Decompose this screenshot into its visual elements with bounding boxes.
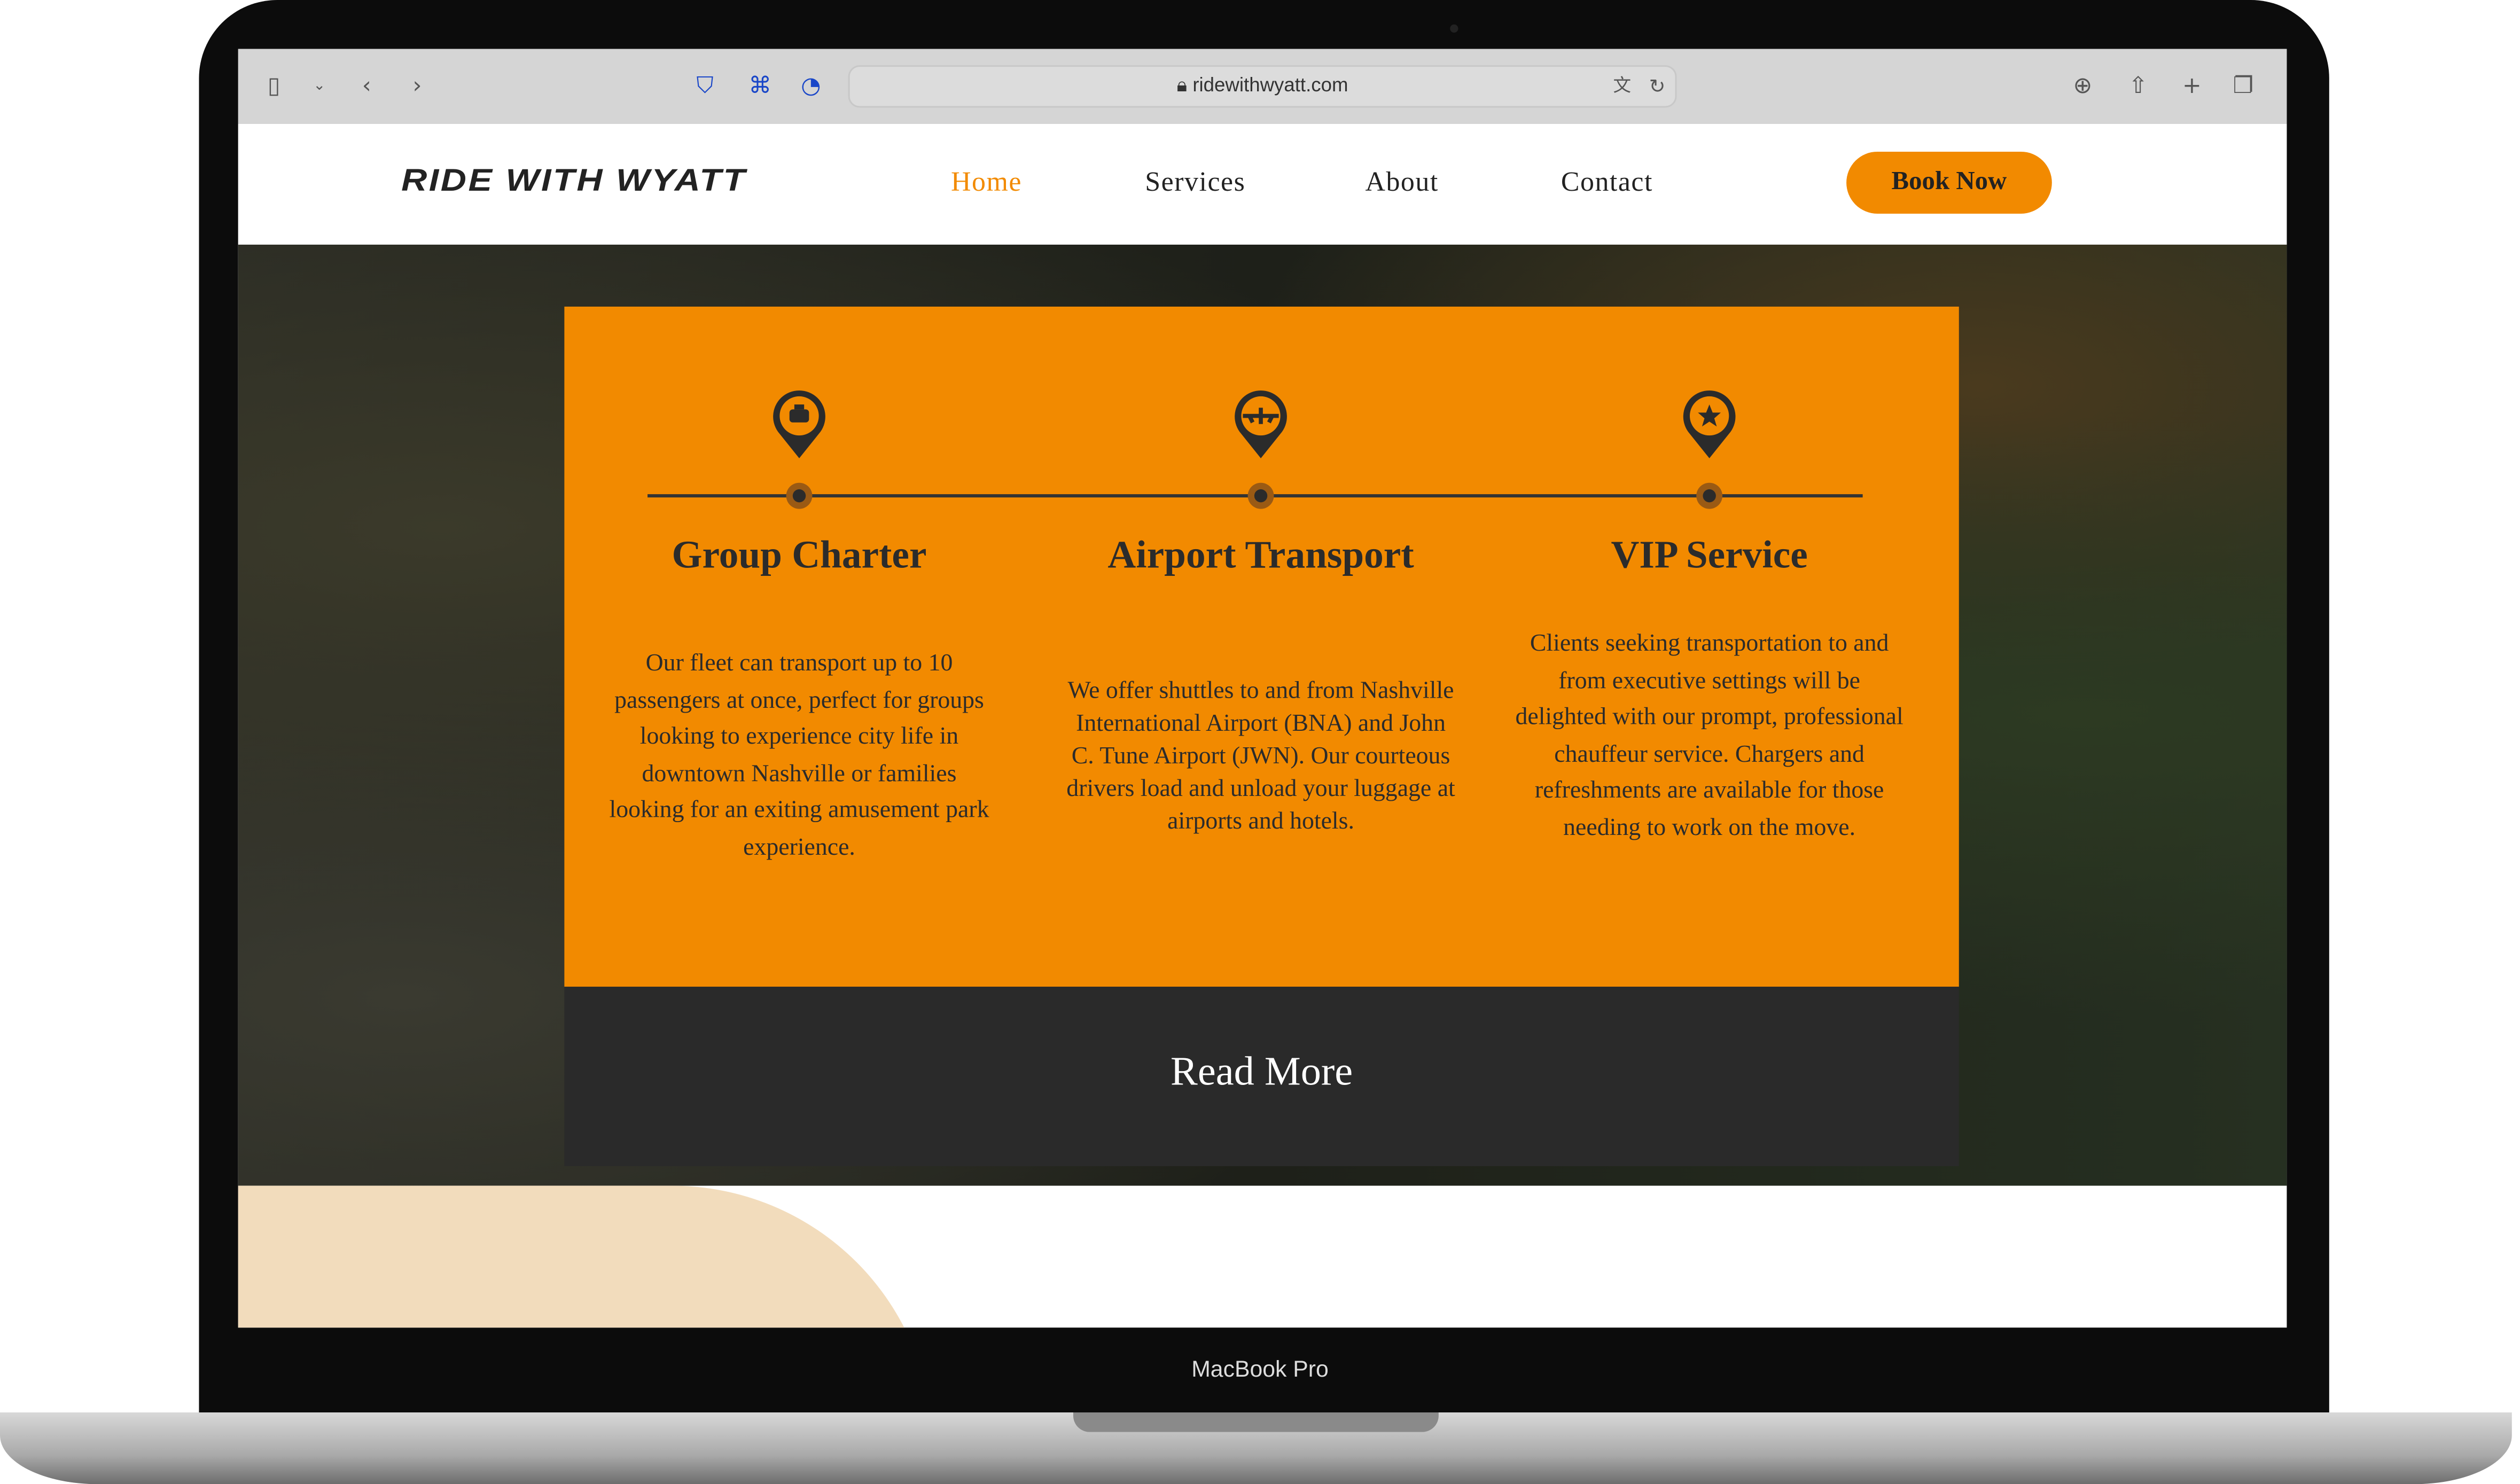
translate-icon[interactable]: 文 xyxy=(1613,72,1632,101)
nav-home[interactable]: Home xyxy=(951,166,1022,199)
shield-icon[interactable]: ⛉ xyxy=(697,72,714,101)
forward-icon[interactable]: › xyxy=(412,72,422,101)
service-description: Our fleet can transport up to 10 passeng… xyxy=(609,651,989,861)
site-header: RIDE WITH WYATT Home Services About Cont… xyxy=(238,124,2287,245)
plus-icon[interactable]: + xyxy=(2182,72,2202,101)
chevron-down-icon[interactable]: ⌄ xyxy=(313,72,325,101)
book-now-button[interactable]: Book Now xyxy=(1846,151,2052,214)
service-description: Clients seeking transportation to and fr… xyxy=(1515,631,1903,842)
laptop-mockup: ▯ ⌄ ‹ › ⛉ ⌘ ◔ 🔒︎ ridewithwyatt.com 文 ↻ ⊕… xyxy=(0,0,2520,1484)
hero-section: Group Charter Our fleet can transport up… xyxy=(238,244,2287,1186)
nav-about[interactable]: About xyxy=(1365,166,1438,199)
lock-icon: 🔒︎ xyxy=(1176,73,1188,97)
service-description: We offer shuttles to and from Nashville … xyxy=(1066,678,1455,835)
timeline-dot xyxy=(1247,482,1274,509)
sidebar-icon[interactable]: ▯ xyxy=(268,72,280,101)
address-bar[interactable]: 🔒︎ ridewithwyatt.com 文 ↻ xyxy=(848,65,1677,108)
reload-icon[interactable]: ↻ xyxy=(1649,72,1666,101)
browser-toolbar: ▯ ⌄ ‹ › ⛉ ⌘ ◔ 🔒︎ ridewithwyatt.com 文 ↻ ⊕… xyxy=(238,49,2287,124)
clock-icon[interactable]: ◔ xyxy=(801,72,821,101)
url-text: ridewithwyatt.com xyxy=(1192,73,1348,97)
timeline-dot xyxy=(786,482,813,509)
laptop-notch xyxy=(1073,1412,1439,1432)
read-more-band: Read More xyxy=(564,987,1959,1166)
taxi-pin-icon xyxy=(773,390,825,458)
nav-contact[interactable]: Contact xyxy=(1561,166,1653,199)
star-pin-icon xyxy=(1683,390,1736,458)
services-card: Group Charter Our fleet can transport up… xyxy=(564,306,1959,987)
back-icon[interactable]: ‹ xyxy=(362,72,371,101)
browser-window: ▯ ⌄ ‹ › ⛉ ⌘ ◔ 🔒︎ ridewithwyatt.com 文 ↻ ⊕… xyxy=(238,49,2287,1328)
read-more-button[interactable]: Read More xyxy=(564,1049,1959,1098)
service-title: VIP Service xyxy=(1611,535,1808,577)
command-icon[interactable]: ⌘ xyxy=(748,72,771,101)
device-label: MacBook Pro xyxy=(1191,1355,1329,1381)
service-title: Group Charter xyxy=(672,535,927,577)
decorative-image xyxy=(238,1185,933,1328)
service-title: Airport Transport xyxy=(1107,535,1414,577)
tabs-icon[interactable]: ❐ xyxy=(2233,72,2253,101)
timeline-dot xyxy=(1696,482,1723,509)
share-icon[interactable]: ⇧ xyxy=(2128,72,2148,101)
logo[interactable]: RIDE WITH WYATT xyxy=(401,165,747,200)
airplane-pin-icon xyxy=(1235,390,1287,458)
nav-services[interactable]: Services xyxy=(1145,166,1245,199)
camera xyxy=(1450,24,1458,33)
download-icon[interactable]: ⊕ xyxy=(2073,72,2092,101)
